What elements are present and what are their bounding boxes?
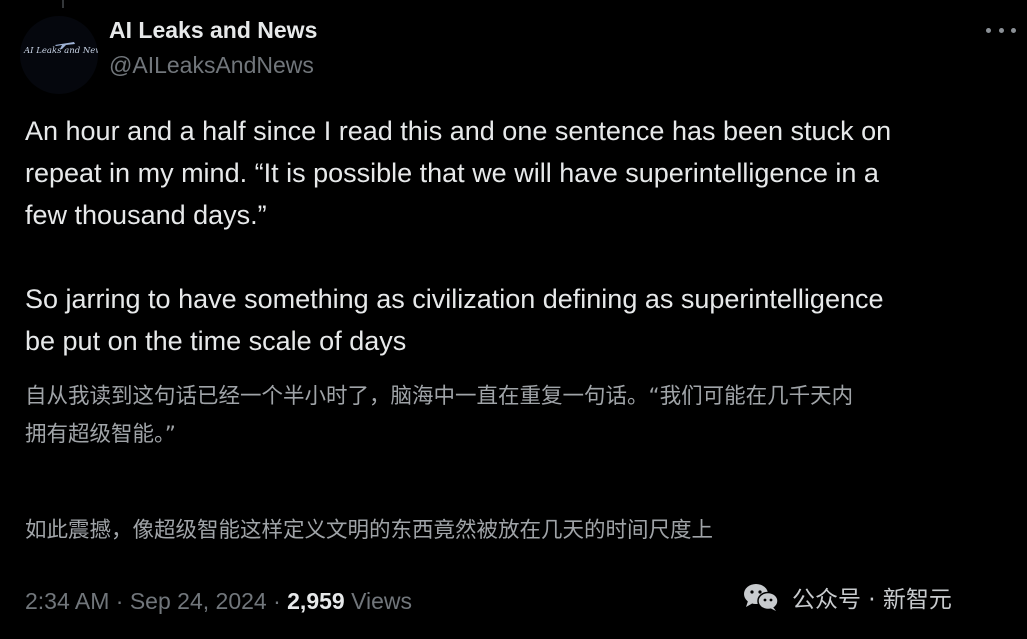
more-options-button[interactable] [986, 18, 1016, 42]
more-dot-icon [1011, 27, 1016, 33]
meta-separator: · [115, 588, 124, 614]
tweet-text-line: So jarring to have something as civiliza… [25, 284, 884, 314]
tweet-text-line: repeat in my mind. “It is possible that … [25, 158, 879, 188]
views-count[interactable]: 2,959 [287, 588, 345, 614]
wechat-icon [744, 584, 779, 611]
more-dot-icon [998, 27, 1004, 33]
more-dot-icon [986, 27, 991, 33]
translation-line: 自从我读到这句话已经一个半小时了，脑海中一直在重复一句话。“我们可能在几千天内 [25, 384, 854, 409]
thread-connector-line [62, 0, 64, 8]
views-label[interactable]: Views [351, 588, 412, 614]
author-display-name[interactable]: AI Leaks and News [109, 17, 317, 44]
avatar[interactable]: AI Leaks and News [20, 16, 98, 94]
translation-line: 拥有超级智能。” [25, 422, 176, 447]
tweet-body: An hour and a half since I read this and… [25, 110, 1015, 362]
translation-line: 如此震撼，像超级智能这样定义文明的东西竟然被放在几天的时间尺度上 [25, 518, 714, 543]
avatar-logo-text: AI Leaks and News [24, 46, 98, 56]
wechat-watermark: 公众号 · 新智元 [742, 580, 952, 614]
tweet-text-line: few thousand days.” [25, 200, 267, 230]
tweet-date[interactable]: Sep 24, 2024 [130, 588, 267, 614]
translation-body: 自从我读到这句话已经一个半小时了，脑海中一直在重复一句话。“我们可能在几千天内 … [25, 378, 1015, 550]
watermark-text: 公众号 · 新智元 [792, 587, 952, 613]
tweet-meta: 2:34 AM · Sep 24, 2024 · 2,959 Views [25, 588, 412, 615]
tweet-time[interactable]: 2:34 AM [25, 588, 109, 614]
tweet-text-line: An hour and a half since I read this and… [25, 116, 892, 146]
meta-separator: · [273, 588, 281, 614]
tweet-text-line: be put on the time scale of days [25, 326, 407, 356]
author-handle[interactable]: @AILeaksAndNews [109, 52, 314, 79]
